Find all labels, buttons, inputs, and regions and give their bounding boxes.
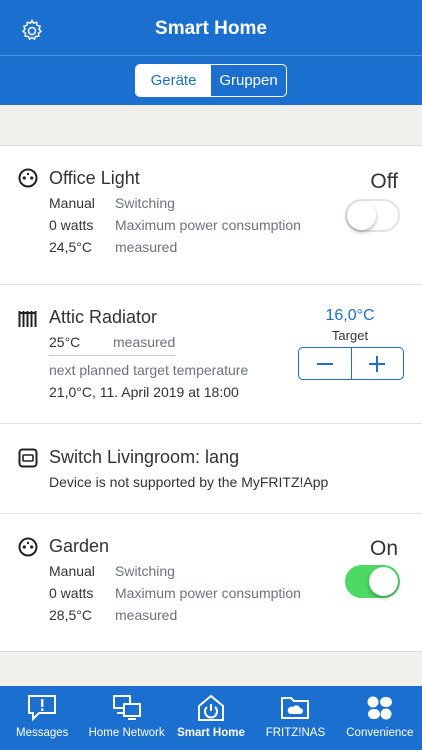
socket-icon <box>18 168 38 188</box>
segment-geraete[interactable]: Geräte <box>136 65 211 96</box>
message-icon <box>28 695 57 722</box>
power-toggle[interactable] <box>345 199 400 232</box>
tab-label: Smart Home <box>177 727 245 739</box>
device-name: Office Light <box>49 168 140 188</box>
temperature-value: 24,5°C <box>49 239 92 255</box>
switch-state-label: Off <box>370 170 398 193</box>
divider <box>49 355 175 356</box>
tab-convenience[interactable]: Convenience <box>338 686 422 750</box>
socket-icon <box>18 537 38 557</box>
tab-label: Convenience <box>346 727 414 739</box>
switch-device-icon <box>18 448 38 468</box>
device-row-office-light[interactable]: Office Light Manual Switching 0 watts Ma… <box>0 146 422 285</box>
power-toggle[interactable] <box>345 565 400 598</box>
target-temperature: 16,0°C <box>325 307 375 324</box>
temperature-value: 25°C <box>49 334 81 350</box>
convenience-icon <box>367 696 392 720</box>
mode-label: Manual <box>49 563 95 579</box>
tab-label: Home Network <box>88 727 165 739</box>
segment-gruppen[interactable]: Gruppen <box>211 65 286 96</box>
next-schedule-label: next planned target temperature <box>49 362 249 378</box>
tab-smart-home[interactable]: Smart Home <box>169 686 253 750</box>
mode-label: Manual <box>49 195 95 211</box>
toggle-knob <box>369 567 398 596</box>
app-header: Smart Home Geräte Gruppen <box>0 0 422 105</box>
mode-value: Switching <box>115 563 175 579</box>
target-label: Target <box>331 328 369 343</box>
next-schedule-value: 21,0°C, 11. April 2019 at 18:00 <box>49 384 239 400</box>
tab-label: FRITZ!NAS <box>265 727 326 739</box>
tab-label: Messages <box>15 727 69 739</box>
tab-messages[interactable]: Messages <box>0 686 84 750</box>
device-name: Switch Livingroom: lang <box>49 447 240 467</box>
unsupported-note: Device is not supported by the MyFRITZ!A… <box>49 474 329 490</box>
device-row-switch-livingroom[interactable]: Switch Livingroom: lang Device is not su… <box>0 424 422 514</box>
bottom-tab-bar: Messages Home Network Smart Home FRITZ!N… <box>0 686 422 750</box>
temperature-label: measured <box>113 334 176 350</box>
decrease-button[interactable] <box>299 348 352 379</box>
switch-state-label: On <box>369 537 398 560</box>
toggle-knob <box>347 201 376 230</box>
increase-button[interactable] <box>352 348 404 379</box>
plus-icon <box>369 355 386 372</box>
tab-home-network[interactable]: Home Network <box>84 686 168 750</box>
device-row-garden[interactable]: Garden Manual Switching 0 watts Maximum … <box>0 514 422 651</box>
page-title: Smart Home <box>155 18 267 39</box>
temperature-label: measured <box>115 239 178 255</box>
temperature-stepper <box>298 347 404 380</box>
device-row-attic-radiator[interactable]: Attic Radiator 25°C measured next planne… <box>0 285 422 424</box>
folder-cloud-icon <box>281 697 310 719</box>
mode-value: Switching <box>115 195 175 211</box>
smart-home-icon <box>198 694 225 721</box>
device-name: Garden <box>49 536 110 556</box>
temperature-value: 28,5°C <box>49 607 92 623</box>
view-segmented-control: Geräte Gruppen <box>135 64 287 97</box>
power-value: 0 watts <box>49 585 94 601</box>
network-icon <box>112 695 141 720</box>
device-list: Office Light Manual Switching 0 watts Ma… <box>0 145 422 652</box>
power-value: 0 watts <box>49 217 94 233</box>
header-divider <box>0 55 422 56</box>
tab-fritz-nas[interactable]: FRITZ!NAS <box>253 686 337 750</box>
power-label: Maximum power consumption <box>115 217 301 233</box>
minus-icon <box>316 362 333 365</box>
power-label: Maximum power consumption <box>115 585 301 601</box>
device-name: Attic Radiator <box>49 307 158 327</box>
temperature-label: measured <box>115 607 178 623</box>
radiator-icon <box>18 311 37 327</box>
